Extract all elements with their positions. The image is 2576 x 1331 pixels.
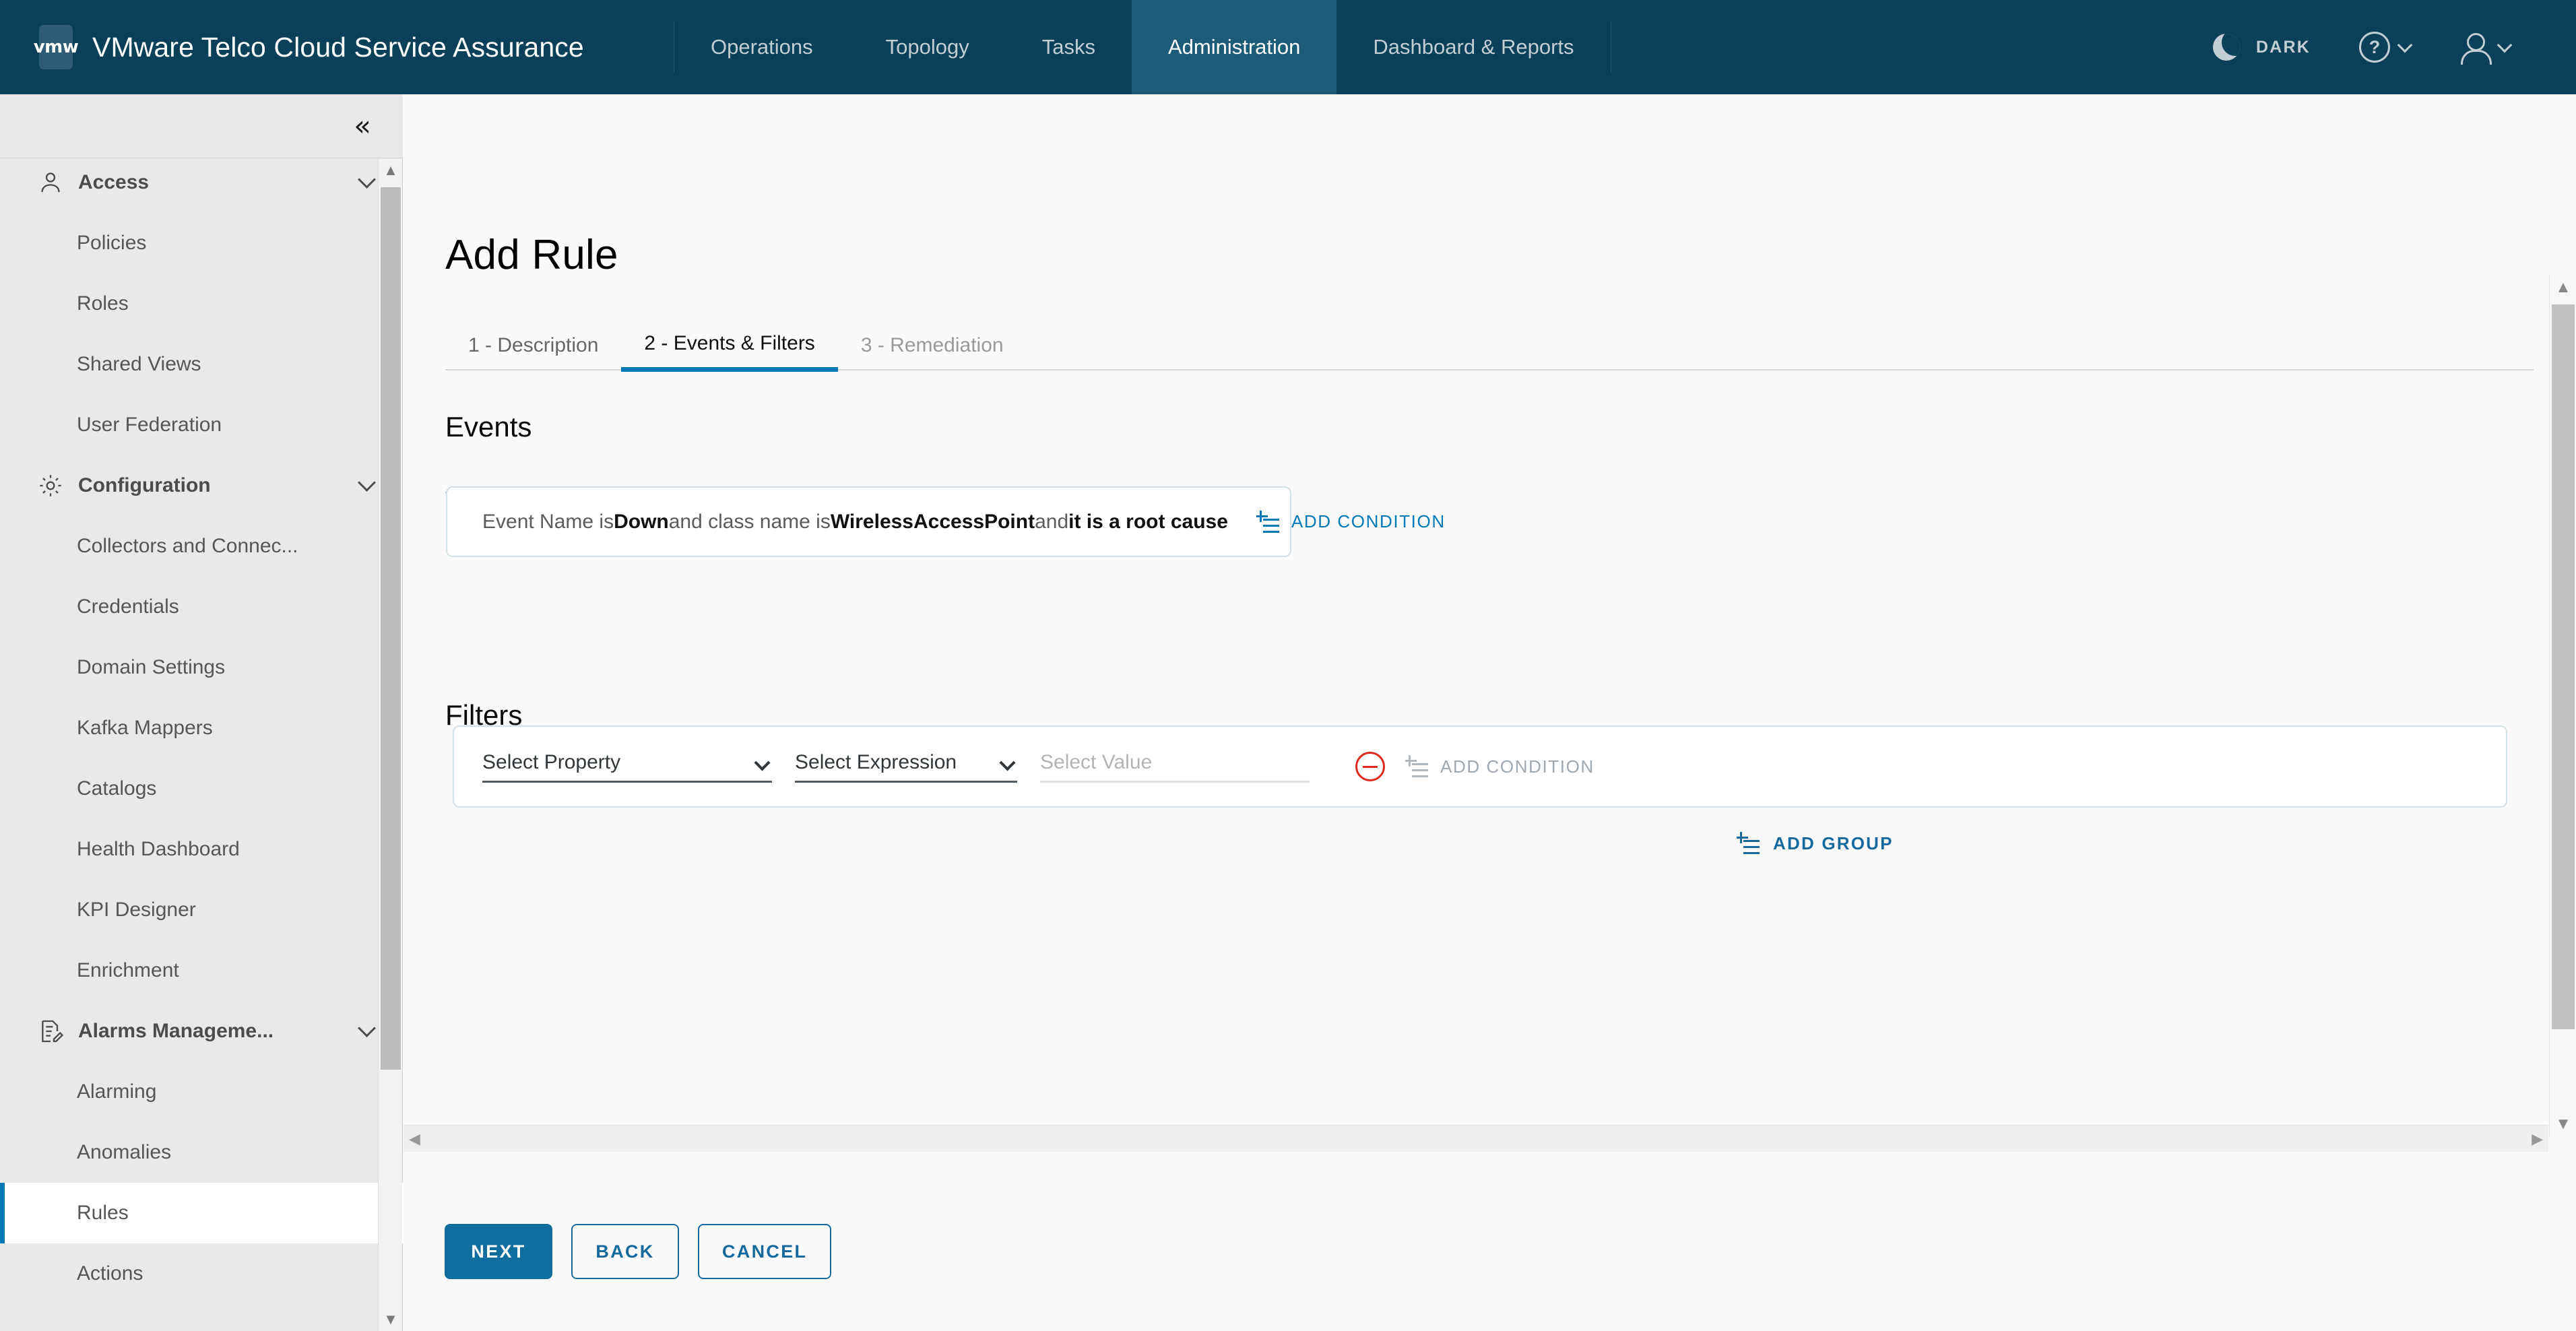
page-title: Add Rule (445, 232, 618, 278)
help-circle-icon: ? (2359, 32, 2390, 63)
sidebar-item-catalogs[interactable]: Catalogs (0, 758, 403, 819)
event-condition-bar[interactable]: Event Name is Down and class name is Wir… (446, 486, 1444, 557)
sidebar-group-configuration[interactable]: Configuration (0, 455, 403, 516)
add-group-button[interactable]: ADD GROUP (1737, 832, 1894, 855)
chevron-down-icon (2397, 37, 2413, 53)
sidebar-item-alarming[interactable]: Alarming (0, 1062, 403, 1122)
content-horizontal-scrollbar[interactable]: ◀ ▶ (404, 1125, 2548, 1152)
sidebar-item-health-dashboard[interactable]: Health Dashboard (0, 819, 403, 880)
sidebar-header: « (0, 94, 403, 158)
select-expression-dropdown[interactable]: Select Expression (795, 751, 1017, 783)
scroll-right-arrow-icon[interactable]: ▶ (2532, 1130, 2543, 1148)
events-section-title: Events (445, 411, 532, 443)
event-name-value[interactable]: Down (614, 511, 669, 533)
theme-toggle-button[interactable]: DARK (2189, 34, 2335, 61)
nav-item-dashboard-reports[interactable]: Dashboard & Reports (1337, 0, 1610, 94)
scroll-down-arrow-icon[interactable]: ▼ (379, 1308, 403, 1331)
nav-item-tasks[interactable]: Tasks (1006, 0, 1132, 94)
sidebar-item-collectors-and-connectors[interactable]: Collectors and Connec... (0, 516, 403, 577)
user-icon (36, 168, 65, 197)
gear-icon (36, 472, 65, 500)
chevron-down-icon (2497, 37, 2513, 53)
next-button[interactable]: NEXT (445, 1224, 552, 1279)
filter-group-row: Select Property Select Expression ADD CO… (453, 725, 2507, 808)
add-group-label: ADD GROUP (1773, 833, 1894, 853)
sidebar: « Access Policies Roles Shared Views Use… (0, 94, 403, 1331)
select-expression-label: Select Expression (795, 750, 957, 773)
sidebar-item-kpi-designer[interactable]: KPI Designer (0, 880, 403, 940)
user-menu-button[interactable] (2435, 32, 2534, 65)
sidebar-item-credentials[interactable]: Credentials (0, 577, 403, 637)
add-condition-label: ADD CONDITION (1440, 756, 1595, 777)
sidebar-item-rules[interactable]: Rules (0, 1183, 403, 1243)
sidebar-item-actions[interactable]: Actions (0, 1243, 403, 1304)
sidebar-item-roles[interactable]: Roles (0, 273, 403, 334)
nav-item-operations[interactable]: Operations (674, 0, 849, 94)
brand: vmw VMware Telco Cloud Service Assurance (0, 0, 674, 94)
select-property-dropdown[interactable]: Select Property (482, 751, 772, 783)
tab-remediation[interactable]: 3 - Remediation (838, 334, 1027, 369)
tab-events-filters[interactable]: 2 - Events & Filters (621, 332, 838, 372)
add-filter-condition-button[interactable]: ADD CONDITION (1405, 755, 1595, 778)
add-lines-icon (1256, 510, 1279, 533)
theme-label: DARK (2255, 37, 2311, 57)
notes-edit-icon (36, 1017, 65, 1045)
scroll-up-arrow-icon[interactable]: ▲ (379, 159, 403, 182)
chevron-down-icon (358, 170, 376, 189)
cancel-button[interactable]: CANCEL (698, 1224, 832, 1279)
sidebar-item-user-federation[interactable]: User Federation (0, 395, 403, 455)
sidebar-group-alarms-management[interactable]: Alarms Manageme... (0, 1001, 403, 1062)
chevron-down-icon (358, 1019, 376, 1037)
main-content: Add Rule 1 - Description 2 - Events & Fi… (404, 94, 2576, 1331)
content-scrollbar-thumb[interactable] (2552, 304, 2575, 1029)
sidebar-item-anomalies[interactable]: Anomalies (0, 1122, 403, 1183)
nav-item-topology[interactable]: Topology (849, 0, 1006, 94)
main-navigation: Operations Topology Tasks Administration… (674, 0, 2189, 94)
back-button[interactable]: BACK (571, 1224, 679, 1279)
sidebar-scrollbar[interactable]: ▲ ▼ (378, 159, 402, 1331)
sidebar-item-policies[interactable]: Policies (0, 213, 403, 273)
nav-item-administration[interactable]: Administration (1131, 0, 1337, 94)
remove-filter-condition-button[interactable] (1355, 752, 1385, 781)
vmware-logo-icon: vmw (34, 25, 79, 69)
chevron-down-icon (358, 474, 376, 492)
scroll-left-arrow-icon[interactable]: ◀ (409, 1130, 420, 1148)
sidebar-scrollbar-thumb[interactable] (381, 187, 401, 1070)
conjunction-label: and (1035, 510, 1069, 533)
app-header: vmw VMware Telco Cloud Service Assurance… (0, 0, 2576, 94)
sidebar-item-shared-views[interactable]: Shared Views (0, 334, 403, 395)
user-avatar-icon (2459, 32, 2492, 65)
sidebar-group-access[interactable]: Access (0, 159, 403, 213)
sidebar-item-enrichment[interactable]: Enrichment (0, 940, 403, 1001)
chevron-down-icon (999, 754, 1016, 771)
chevron-down-icon (754, 754, 771, 771)
event-name-label: Event Name is (482, 510, 614, 533)
sidebar-group-label: Configuration (78, 474, 211, 496)
add-condition-label: ADD CONDITION (1291, 511, 1446, 531)
class-name-value[interactable]: WirelessAccessPoint (831, 511, 1035, 533)
sidebar-item-domain-settings[interactable]: Domain Settings (0, 637, 403, 698)
select-value-input[interactable] (1040, 750, 1310, 783)
collapse-sidebar-icon[interactable]: « (354, 112, 371, 140)
sidebar-item-kafka-mappers[interactable]: Kafka Mappers (0, 698, 403, 758)
content-vertical-scrollbar[interactable]: ▲ ▼ (2549, 275, 2576, 1137)
sidebar-nav-list: Access Policies Roles Shared Views User … (0, 159, 403, 1331)
root-cause-value[interactable]: it is a root cause (1068, 511, 1228, 533)
header-actions: DARK ? (2189, 0, 2576, 94)
product-title: VMware Telco Cloud Service Assurance (92, 31, 584, 63)
tab-description[interactable]: 1 - Description (445, 334, 621, 369)
wizard-footer-actions: NEXT BACK CANCEL (445, 1224, 832, 1279)
class-name-label: and class name is (668, 510, 831, 533)
moon-icon (2212, 34, 2240, 61)
scroll-up-arrow-icon[interactable]: ▲ (2550, 275, 2576, 300)
add-lines-icon (1405, 755, 1428, 778)
scroll-down-arrow-icon[interactable]: ▼ (2550, 1111, 2576, 1137)
sidebar-group-label: Alarms Manageme... (78, 1020, 274, 1042)
add-lines-icon (1737, 832, 1760, 855)
help-menu-button[interactable]: ? (2335, 32, 2435, 63)
add-event-condition-button[interactable]: ADD CONDITION (1256, 510, 1446, 533)
select-property-label: Select Property (482, 750, 621, 773)
wizard-tabs: 1 - Description 2 - Events & Filters 3 -… (445, 310, 2534, 372)
sidebar-group-label: Access (78, 171, 150, 193)
